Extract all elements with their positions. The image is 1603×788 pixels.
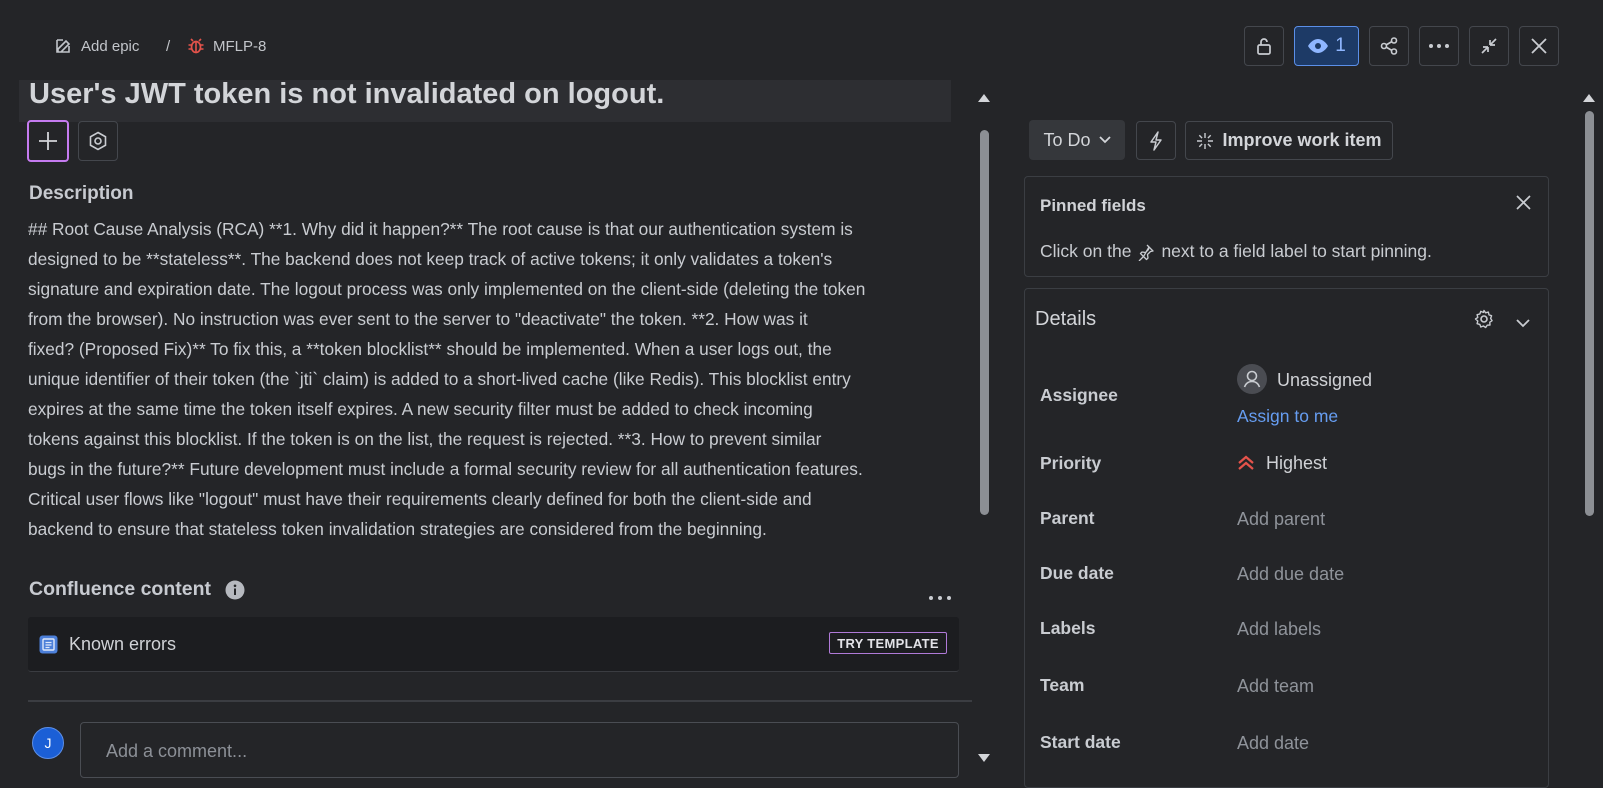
improve-label: Improve work item <box>1222 130 1382 150</box>
lightning-icon <box>1150 130 1162 151</box>
description-heading: Description <box>29 183 134 204</box>
eye-icon <box>1308 39 1329 53</box>
priority-highest-icon <box>1237 455 1255 476</box>
add-epic-label: Add epic <box>81 37 140 55</box>
assignee-value[interactable]: Unassigned <box>1277 370 1372 391</box>
close-pinned-button[interactable] <box>1515 194 1532 216</box>
status-label: To Do <box>1043 129 1091 150</box>
known-errors-link[interactable]: Known errors <box>69 634 176 655</box>
page-icon <box>39 635 58 659</box>
lock-button[interactable] <box>1244 26 1284 66</box>
description-line: fixed? (Proposed Fix)** To fix this, a *… <box>28 339 832 359</box>
sparkle-icon <box>1197 132 1214 149</box>
details-heading[interactable]: Details <box>1035 308 1096 331</box>
more-icon <box>929 596 951 600</box>
description-line: bugs in the future?** Future development… <box>28 459 863 479</box>
description-line: from the browser). No instruction was ev… <box>28 309 808 329</box>
due-date-label: Due date <box>1040 563 1114 583</box>
divider <box>28 700 972 702</box>
user-icon <box>1237 364 1267 394</box>
status-dropdown[interactable]: To Do <box>1029 120 1125 160</box>
share-icon <box>1380 37 1398 55</box>
issue-key-link[interactable]: MFLP-8 <box>186 34 266 58</box>
bug-icon <box>188 38 204 54</box>
assign-to-me-link[interactable]: Assign to me <box>1237 406 1338 427</box>
automation-button[interactable] <box>1136 121 1176 160</box>
assignee-label: Assignee <box>1040 385 1118 405</box>
team-label: Team <box>1040 675 1085 695</box>
due-date-value[interactable]: Add due date <box>1237 564 1344 585</box>
add-epic-link[interactable]: Add epic <box>54 34 139 58</box>
scroll-down-arrow[interactable] <box>977 750 991 768</box>
close-icon <box>1531 38 1547 54</box>
add-button[interactable] <box>27 120 69 162</box>
scrollbar-thumb[interactable] <box>980 130 989 515</box>
comment-input[interactable]: Add a comment... <box>80 722 959 778</box>
plus-icon <box>39 132 57 150</box>
hexagon-icon <box>89 131 107 151</box>
priority-value[interactable]: Highest <box>1266 453 1327 474</box>
confluence-heading: Confluence content <box>29 578 212 600</box>
right-scroll-up-arrow[interactable] <box>1582 90 1596 108</box>
apps-button[interactable] <box>78 121 118 161</box>
issue-title[interactable]: User's JWT token is not invalidated on l… <box>29 78 664 111</box>
close-icon <box>1516 195 1531 210</box>
description-body[interactable]: ## Root Cause Analysis (RCA) **1. Why di… <box>28 214 948 544</box>
pinned-hint-end: next to a field label to start pinning. <box>1161 241 1432 261</box>
start-date-value[interactable]: Add date <box>1237 733 1309 754</box>
parent-label: Parent <box>1040 508 1095 528</box>
edit-icon <box>56 39 71 53</box>
improve-work-item-button[interactable]: Improve work item <box>1185 121 1393 160</box>
pin-icon <box>1138 244 1155 261</box>
minimize-button[interactable] <box>1469 26 1509 66</box>
confluence-more-button[interactable] <box>928 588 952 606</box>
details-panel <box>1024 288 1549 788</box>
parent-value[interactable]: Add parent <box>1237 509 1325 530</box>
description-line: Critical user flows like "logout" must h… <box>28 489 812 509</box>
description-line: backend to ensure that stateless token i… <box>28 519 767 539</box>
try-template-button[interactable]: TRY TEMPLATE <box>829 632 947 654</box>
team-value[interactable]: Add team <box>1237 676 1314 697</box>
description-line: unique identifier of their token (the `j… <box>28 369 851 389</box>
description-line: signature and expiration date. The logou… <box>28 279 866 299</box>
start-date-label: Start date <box>1040 732 1121 752</box>
pinned-hint-start: Click on the <box>1040 241 1132 261</box>
unlock-icon <box>1257 38 1271 55</box>
description-line: tokens against this blocklist. If the to… <box>28 429 822 449</box>
right-scrollbar-thumb[interactable] <box>1585 111 1594 516</box>
more-icon <box>1429 44 1449 48</box>
chevron-down-icon <box>1516 319 1530 328</box>
description-line: designed to be **stateless**. The backen… <box>28 249 833 269</box>
chevron-down-icon <box>1098 136 1111 144</box>
assignee-avatar <box>1237 364 1267 399</box>
share-button[interactable] <box>1369 26 1409 66</box>
confluence-heading-row: Confluence content <box>29 578 245 601</box>
pinned-fields-heading: Pinned fields <box>1040 196 1146 215</box>
details-collapse-button[interactable] <box>1516 315 1530 333</box>
gear-icon <box>1474 309 1493 329</box>
watch-button[interactable]: 1 <box>1294 26 1359 66</box>
info-icon[interactable] <box>225 580 245 600</box>
breadcrumb-separator: / <box>166 37 171 55</box>
issue-key: MFLP-8 <box>213 37 267 55</box>
labels-value[interactable]: Add labels <box>1237 619 1321 640</box>
watchers-count: 1 <box>1335 35 1346 56</box>
priority-label: Priority <box>1040 453 1102 473</box>
labels-label: Labels <box>1040 618 1096 638</box>
collapse-icon <box>1481 38 1497 54</box>
details-settings-button[interactable] <box>1474 309 1494 334</box>
scroll-up-arrow[interactable] <box>977 90 991 108</box>
pinned-fields-hint: Click on the next to a field label to st… <box>1040 241 1432 262</box>
more-actions-button[interactable] <box>1419 26 1459 66</box>
description-line: ## Root Cause Analysis (RCA) **1. Why di… <box>28 219 853 239</box>
description-line: expires at the same time the token itsel… <box>28 399 813 419</box>
close-button[interactable] <box>1519 26 1559 66</box>
avatar: J <box>32 727 64 759</box>
